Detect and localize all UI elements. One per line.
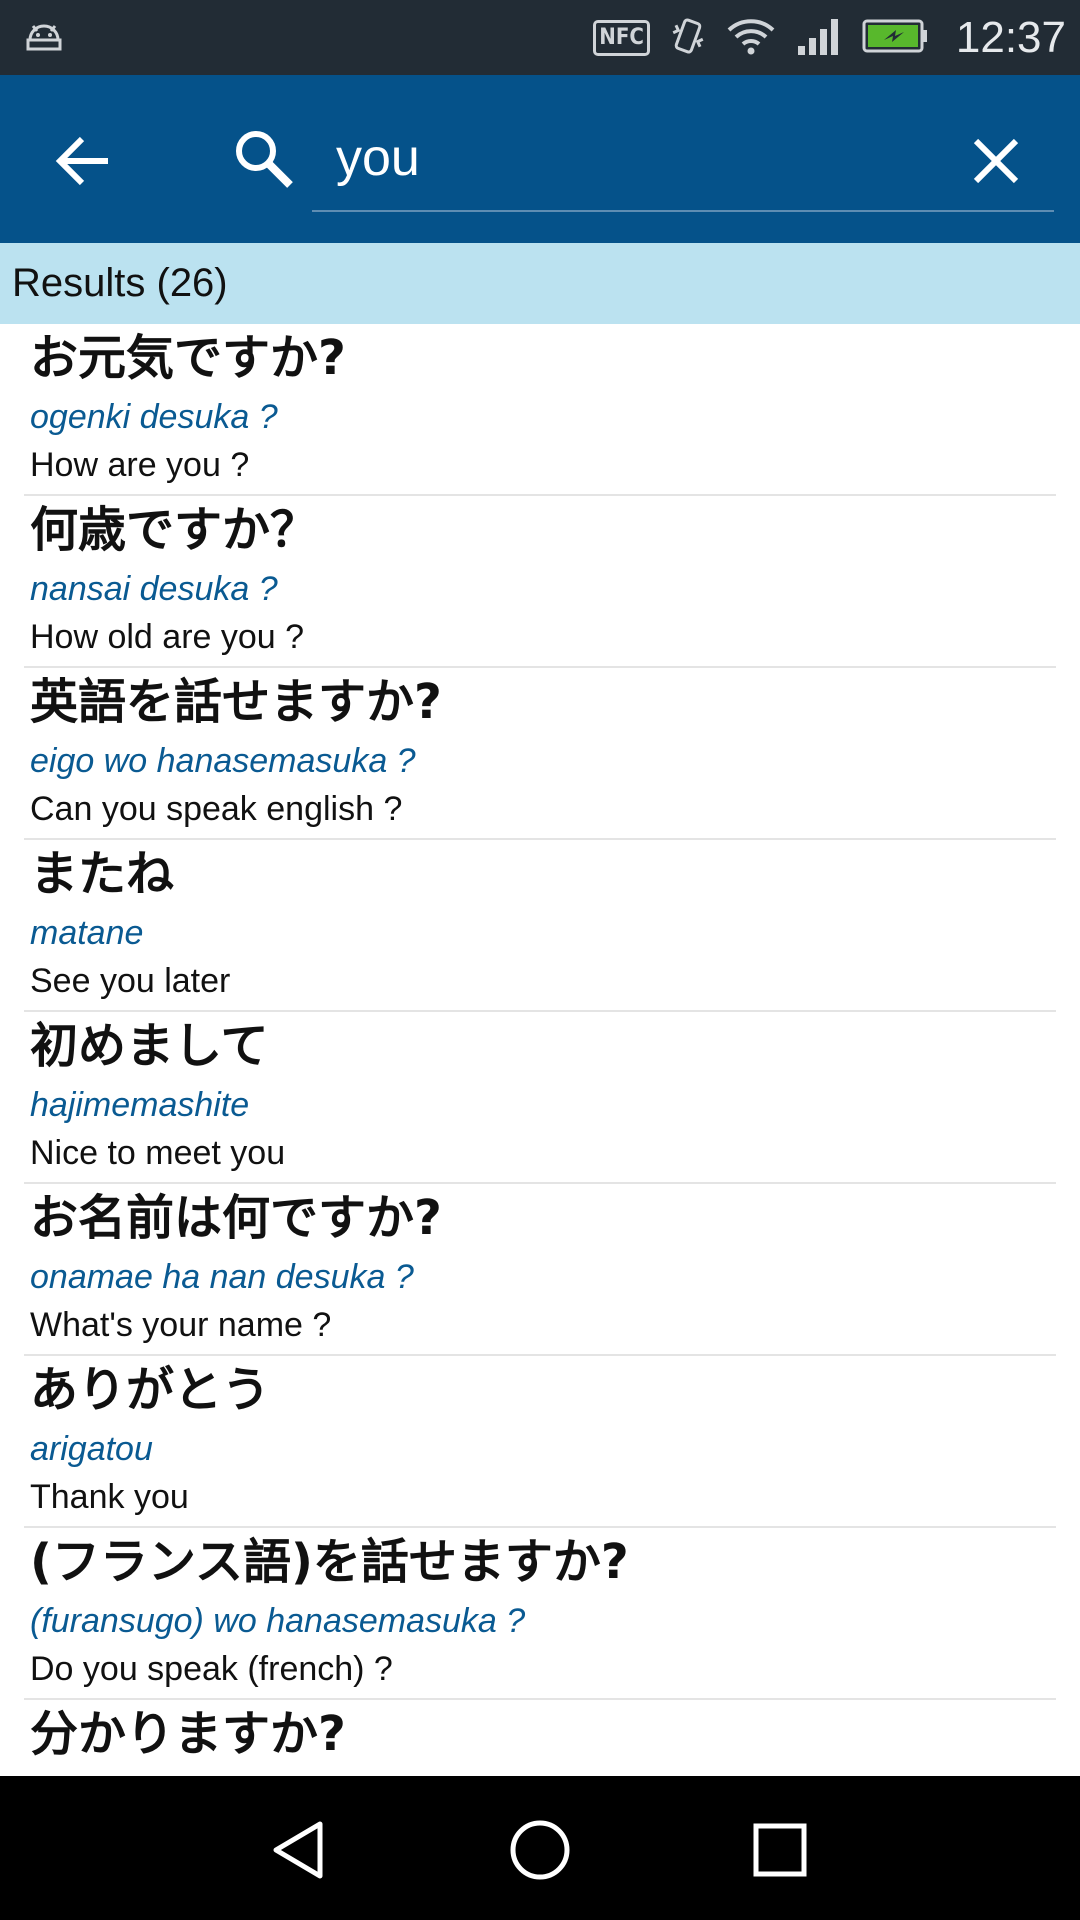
result-item[interactable]: お名前は何ですか? onamae ha nan desuka ? What's … — [24, 1184, 1056, 1356]
clear-search-button[interactable] — [966, 131, 1026, 191]
romaji-text: matane — [30, 914, 144, 952]
result-item[interactable]: またね matane See you later — [24, 840, 1056, 1012]
result-item[interactable]: 何歳ですか？ nansai desuka ? How old are you ? — [24, 496, 1056, 668]
english-text: How are you ? — [30, 446, 250, 484]
result-item[interactable]: 分かりますか? — [24, 1700, 1056, 1776]
results-count: Results (26) — [12, 261, 228, 305]
close-icon — [973, 138, 1019, 184]
result-item[interactable]: (フランス語)を話せますか? (furansugo) wo hanasemasu… — [24, 1528, 1056, 1700]
nav-home-button[interactable] — [508, 1818, 572, 1882]
romaji-text: ogenki desuka ? — [30, 398, 278, 436]
romaji-text: eigo wo hanasemasuka ? — [30, 742, 416, 780]
vibrate-icon — [670, 16, 706, 60]
japanese-text: またね — [30, 846, 175, 902]
android-icon — [24, 18, 64, 58]
romaji-text: (furansugo) wo hanasemasuka ? — [30, 1602, 526, 1640]
signal-icon — [796, 16, 842, 60]
result-item[interactable]: 英語を話せますか? eigo wo hanasemasuka ? Can you… — [24, 668, 1056, 840]
navigation-bar — [0, 1776, 1080, 1920]
search-underline — [312, 210, 1054, 212]
result-item[interactable]: 初めまして hajimemashite Nice to meet you — [24, 1012, 1056, 1184]
english-text: Thank you — [30, 1478, 189, 1516]
japanese-text: 何歳ですか？ — [30, 502, 319, 558]
japanese-text: お名前は何ですか? — [30, 1190, 442, 1246]
nav-back-button[interactable] — [268, 1818, 332, 1882]
results-header: Results (26) — [0, 243, 1080, 324]
search-icon — [232, 127, 296, 191]
romaji-text: onamae ha nan desuka ? — [30, 1258, 414, 1296]
japanese-text: (フランス語)を話せますか? — [30, 1534, 629, 1590]
english-text: Nice to meet you — [30, 1134, 286, 1172]
battery-charging-icon — [862, 18, 930, 58]
english-text: Do you speak (french) ? — [30, 1650, 393, 1688]
results-list[interactable]: お元気ですか? ogenki desuka ? How are you ? 何歳… — [0, 324, 1080, 1776]
japanese-text: お元気ですか? — [30, 330, 346, 386]
japanese-text: 分かりますか? — [30, 1706, 346, 1762]
wifi-icon — [726, 16, 776, 60]
nav-recents-button[interactable] — [748, 1818, 812, 1882]
back-button[interactable] — [52, 129, 116, 193]
app-bar — [0, 75, 1080, 243]
romaji-text: hajimemashite — [30, 1086, 250, 1124]
english-text: What's your name ? — [30, 1306, 332, 1344]
english-text: How old are you ? — [30, 618, 305, 656]
english-text: See you later — [30, 962, 231, 1000]
home-circle-icon — [510, 1820, 570, 1880]
recents-square-icon — [753, 1823, 807, 1877]
search-input[interactable] — [312, 123, 980, 193]
arrow-left-icon — [55, 136, 108, 186]
romaji-text: arigatou — [30, 1430, 153, 1468]
result-item[interactable]: お元気ですか? ogenki desuka ? How are you ? — [24, 324, 1056, 496]
english-text: Can you speak english ? — [30, 790, 403, 828]
japanese-text: ありがとう — [30, 1362, 271, 1418]
nfc-icon: NFC — [593, 19, 650, 56]
romaji-text: nansai desuka ? — [30, 570, 278, 608]
clock: 12:37 — [955, 12, 1066, 62]
back-triangle-icon — [273, 1821, 323, 1879]
japanese-text: 初めまして — [30, 1018, 269, 1074]
status-bar: NFC 12:37 — [0, 0, 1080, 75]
japanese-text: 英語を話せますか? — [30, 674, 442, 730]
result-item[interactable]: ありがとう arigatou Thank you — [24, 1356, 1056, 1528]
